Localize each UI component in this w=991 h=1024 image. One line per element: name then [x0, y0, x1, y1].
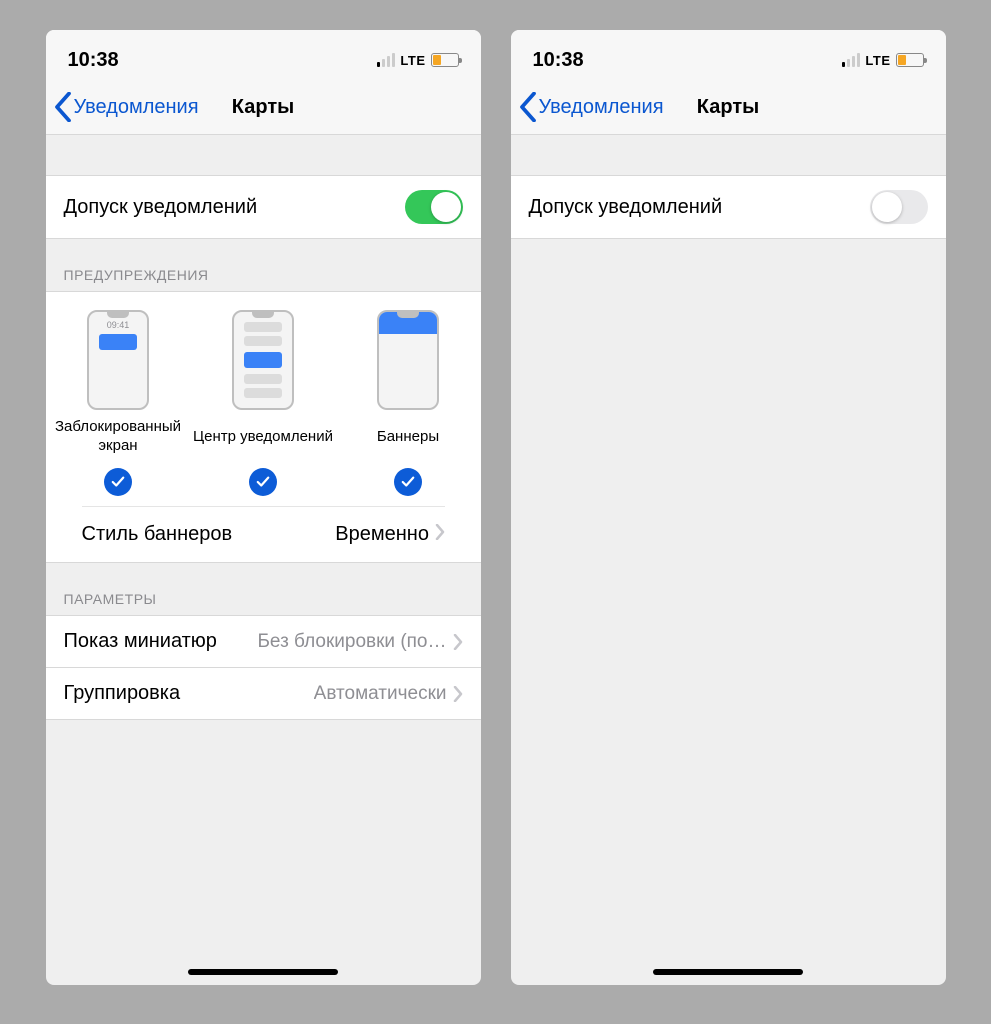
nav-bar: Уведомления Карты: [511, 80, 946, 135]
status-time: 10:38: [533, 49, 584, 72]
home-indicator: [188, 969, 338, 975]
alerts-header: ПРЕДУПРЕЖДЕНИЯ: [46, 239, 481, 291]
content: Допуск уведомлений ПРЕДУПРЕЖДЕНИЯ 09:41 …: [46, 135, 481, 985]
allow-notifications-label: Допуск уведомлений: [529, 196, 723, 219]
chevron-right-icon: [435, 524, 445, 540]
allow-notifications-toggle[interactable]: [870, 190, 928, 224]
alert-lockscreen-check[interactable]: [104, 468, 132, 496]
grouping-label: Группировка: [64, 682, 181, 705]
banners-preview-icon: [377, 310, 439, 410]
back-label: Уведомления: [74, 96, 199, 119]
allow-notifications-toggle[interactable]: [405, 190, 463, 224]
network-label: LTE: [400, 53, 425, 68]
show-previews-value: Без блокировки (по…: [257, 631, 462, 653]
show-previews-label: Показ миниатюр: [64, 630, 217, 653]
back-label: Уведомления: [539, 96, 664, 119]
content: Допуск уведомлений: [511, 135, 946, 985]
chevron-left-icon: [54, 92, 72, 122]
chevron-right-icon: [453, 634, 463, 650]
screenshot-right: 10:38 LTE Уведомления Карты Допуск уведо…: [511, 30, 946, 985]
alert-option-lockscreen[interactable]: 09:41 Заблокированный экран: [46, 310, 191, 496]
signal-icon: [842, 53, 860, 67]
options-header: ПАРАМЕТРЫ: [46, 563, 481, 615]
status-bar: 10:38 LTE: [511, 30, 946, 80]
allow-notifications-row[interactable]: Допуск уведомлений: [511, 175, 946, 239]
battery-icon: [896, 53, 924, 67]
alert-center-label: Центр уведомлений: [193, 418, 333, 456]
show-previews-row[interactable]: Показ миниатюр Без блокировки (по…: [46, 615, 481, 668]
nav-title: Карты: [697, 96, 759, 119]
alerts-block: 09:41 Заблокированный экран: [46, 291, 481, 563]
allow-notifications-label: Допуск уведомлений: [64, 196, 258, 219]
status-right: LTE: [842, 53, 923, 68]
status-right: LTE: [377, 53, 458, 68]
screenshot-left: 10:38 LTE Уведомления Карты Допуск уведо…: [46, 30, 481, 985]
network-label: LTE: [865, 53, 890, 68]
notification-center-preview-icon: [232, 310, 294, 410]
banner-style-row[interactable]: Стиль баннеров Временно: [82, 506, 445, 562]
home-indicator: [653, 969, 803, 975]
status-bar: 10:38 LTE: [46, 30, 481, 80]
nav-bar: Уведомления Карты: [46, 80, 481, 135]
alert-banners-check[interactable]: [394, 468, 422, 496]
check-icon: [256, 475, 270, 489]
nav-title: Карты: [232, 96, 294, 119]
alert-center-check[interactable]: [249, 468, 277, 496]
chevron-right-icon: [453, 686, 463, 702]
allow-notifications-row[interactable]: Допуск уведомлений: [46, 175, 481, 239]
check-icon: [401, 475, 415, 489]
back-button[interactable]: Уведомления: [54, 92, 199, 122]
alert-banners-label: Баннеры: [377, 418, 439, 456]
grouping-row[interactable]: Группировка Автоматически: [46, 668, 481, 720]
banner-style-value: Временно: [335, 523, 444, 546]
grouping-value: Автоматически: [314, 683, 463, 705]
back-button[interactable]: Уведомления: [519, 92, 664, 122]
banner-style-label: Стиль баннеров: [82, 523, 233, 546]
chevron-left-icon: [519, 92, 537, 122]
battery-icon: [431, 53, 459, 67]
lockscreen-preview-icon: 09:41: [87, 310, 149, 410]
alert-lockscreen-label: Заблокированный экран: [46, 418, 191, 456]
alert-option-notification-center[interactable]: Центр уведомлений: [191, 310, 336, 496]
status-time: 10:38: [68, 49, 119, 72]
signal-icon: [377, 53, 395, 67]
check-icon: [111, 475, 125, 489]
alert-option-banners[interactable]: Баннеры: [336, 310, 481, 496]
